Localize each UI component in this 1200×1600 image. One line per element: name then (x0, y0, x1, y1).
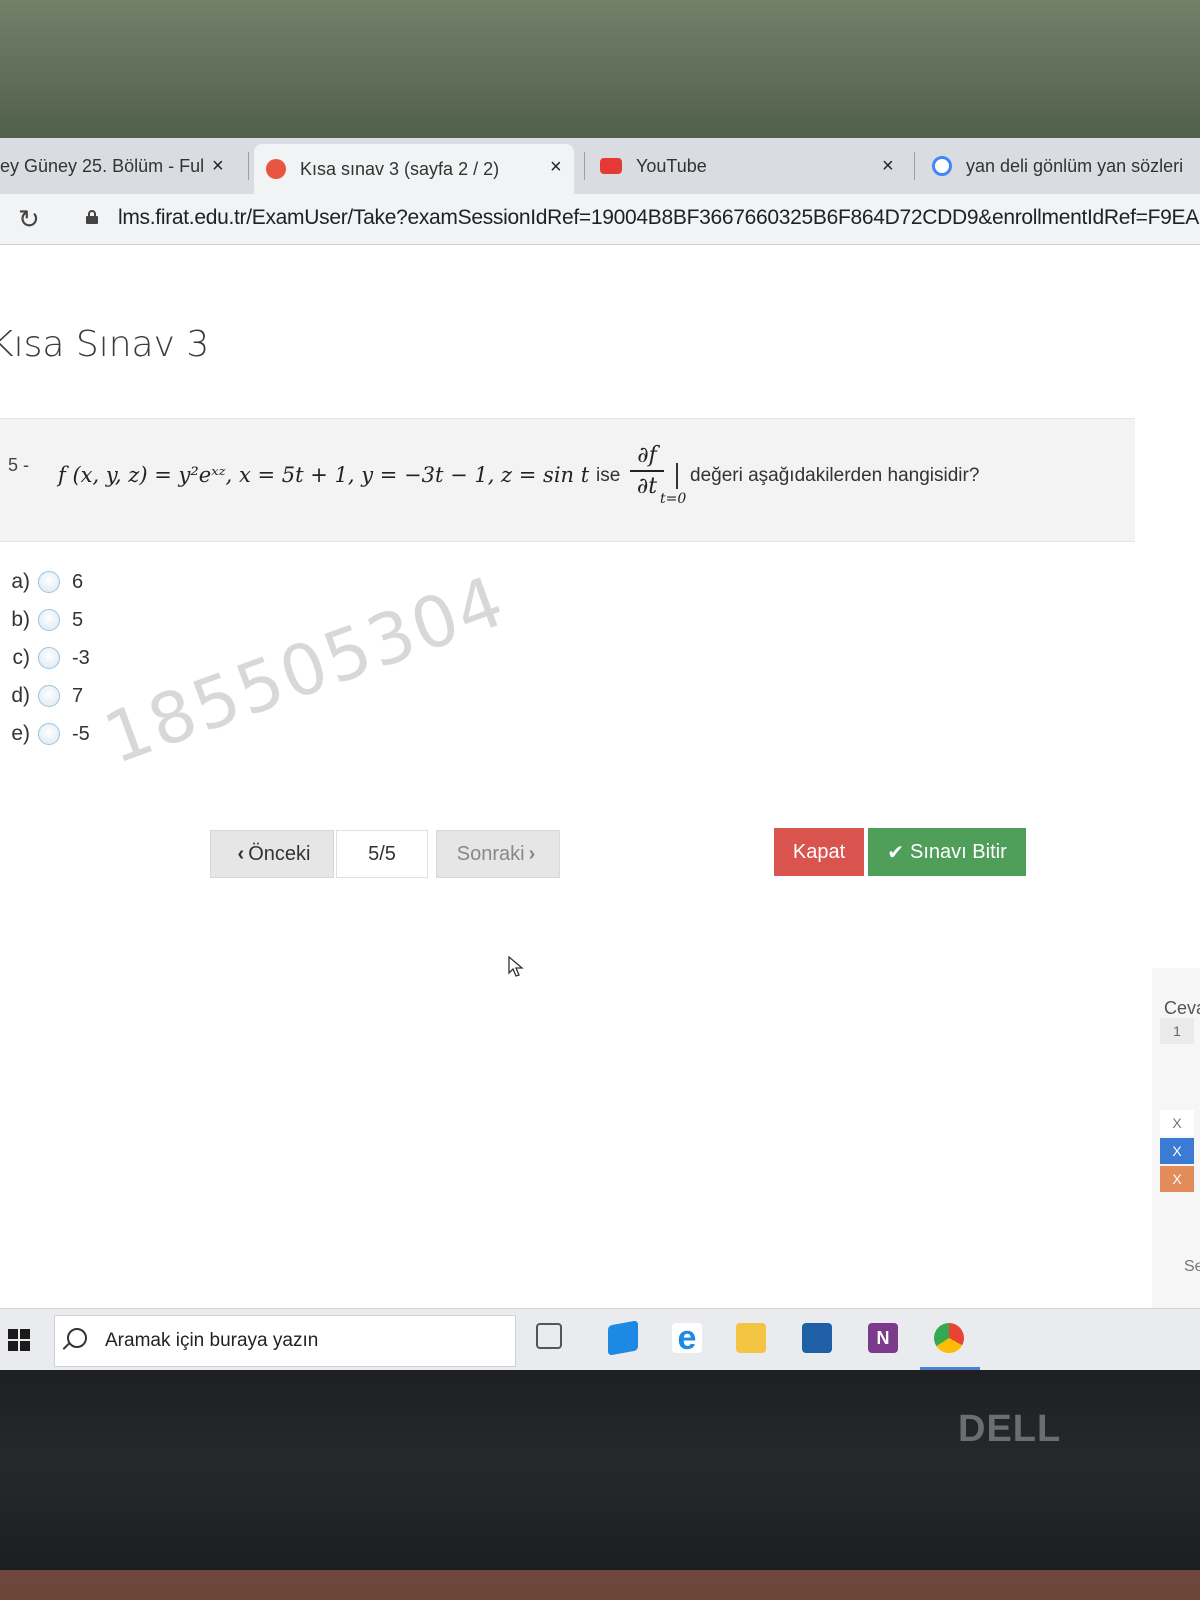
option-c[interactable]: c) -3 (0, 642, 90, 674)
question-ise: ise (596, 465, 621, 486)
page-title: Kısa Sınav 3 (0, 324, 210, 365)
taskbar-search-input[interactable]: Aramak için buraya yazın (54, 1315, 516, 1367)
student-id-watermark: 185505304 (93, 559, 516, 780)
chevron-right-icon: › (528, 842, 536, 865)
option-letter: a) (11, 570, 30, 593)
desk-edge (0, 1570, 1200, 1600)
option-letter: b) (11, 608, 30, 631)
option-e[interactable]: e) -5 (0, 718, 90, 750)
tab-label: YouTube (636, 155, 707, 176)
close-button[interactable]: Kapat (774, 828, 864, 876)
chevron-left-icon: ‹ (237, 842, 245, 865)
previous-button[interactable]: ‹ Önceki (210, 830, 334, 878)
option-value: -3 (72, 646, 90, 669)
answer-cell[interactable]: X (1160, 1138, 1194, 1164)
url-input[interactable]: lms.firat.edu.tr/ExamUser/Take?examSessi… (118, 206, 1199, 230)
radio-button[interactable] (38, 723, 60, 745)
previous-label: Önceki (248, 842, 311, 865)
tab-separator (914, 152, 915, 180)
answer-cell[interactable]: X (1160, 1166, 1194, 1192)
monitor-bezel: DELL (0, 1370, 1200, 1600)
tab-kisa-sinav[interactable]: Kısa sınav 3 (sayfa 2 / 2) × (254, 144, 574, 194)
option-value: 6 (72, 570, 84, 593)
google-icon (932, 156, 952, 176)
radio-button[interactable] (38, 647, 60, 669)
radio-button[interactable] (38, 609, 60, 631)
partial-derivative: ∂f ∂t (630, 443, 664, 499)
option-letter: d) (11, 684, 30, 707)
store-icon[interactable] (608, 1320, 638, 1356)
tab-guney[interactable]: ey Güney 25. Bölüm - Ful × (0, 146, 230, 186)
evaluation-subscript: t=0 (660, 491, 687, 507)
tab-label: ey Güney 25. Bölüm - Ful (0, 155, 205, 176)
mail-icon[interactable] (802, 1323, 832, 1353)
mouse-cursor-icon (508, 956, 524, 977)
tab-label: Kısa sınav 3 (sayfa 2 / 2) (300, 158, 500, 179)
windows-start-icon[interactable] (8, 1329, 30, 1351)
option-b[interactable]: b) 5 (0, 604, 83, 636)
close-icon[interactable]: × (882, 155, 894, 178)
dell-logo: DELL (958, 1408, 1062, 1450)
finish-exam-button[interactable]: ✔ Sınavı Bitir (868, 828, 1026, 876)
chrome-icon[interactable] (934, 1323, 964, 1353)
taskbar-search-placeholder: Aramak için buraya yazın (105, 1330, 319, 1351)
answer-panel-footer: Se (1184, 1258, 1200, 1275)
option-d[interactable]: d) 7 (0, 680, 83, 712)
tab-google-search[interactable]: yan deli gönlüm yan sözleri (932, 146, 1200, 186)
onenote-icon[interactable]: N (868, 1323, 898, 1353)
next-button[interactable]: Sonraki › (436, 830, 560, 878)
fraction-bar (630, 470, 664, 472)
windows-taskbar: Aramak için buraya yazın e N (0, 1308, 1200, 1370)
answer-cell[interactable]: 1 (1160, 1018, 1194, 1044)
check-icon: ✔ (887, 841, 905, 864)
lock-icon (86, 210, 98, 224)
close-icon[interactable]: × (212, 155, 224, 178)
tab-separator (248, 152, 249, 180)
radio-button[interactable] (38, 571, 60, 593)
radio-button[interactable] (38, 685, 60, 707)
browser-tab-strip: ey Güney 25. Bölüm - Ful × Kısa sınav 3 … (0, 138, 1200, 194)
option-letter: c) (12, 646, 31, 669)
answer-panel-title: Ceva (1164, 998, 1200, 1018)
reload-icon[interactable]: ↻ (18, 204, 40, 235)
option-value: 7 (72, 684, 84, 707)
question-box: 5 - f (x, y, z) = y²eˣᶻ, x = 5t + 1, y =… (0, 418, 1135, 542)
monitor-screen: ey Güney 25. Bölüm - Ful × Kısa sınav 3 … (0, 138, 1200, 1370)
tab-label: yan deli gönlüm yan sözleri (966, 155, 1184, 176)
edge-browser-icon[interactable]: e (672, 1319, 702, 1357)
answer-cell[interactable]: X (1160, 1110, 1194, 1136)
page-indicator: 5/5 (336, 830, 428, 878)
file-explorer-icon[interactable] (736, 1323, 766, 1353)
task-view-icon[interactable] (536, 1323, 562, 1349)
youtube-icon (600, 158, 622, 174)
close-icon[interactable]: × (550, 156, 562, 179)
fraction-numerator: ∂f (637, 443, 657, 468)
tab-youtube[interactable]: YouTube × (600, 146, 906, 186)
address-bar: ↻ lms.firat.edu.tr/ExamUser/Take?examSes… (0, 194, 1200, 245)
search-icon (67, 1328, 87, 1348)
fraction-denominator: ∂t (636, 474, 658, 499)
question-number: 5 - (8, 455, 30, 475)
background-wall (0, 0, 1200, 140)
question-text: değeri aşağıdakilerden hangisidir? (690, 465, 980, 486)
finish-label: Sınavı Bitir (910, 840, 1007, 863)
tab-separator (584, 152, 585, 180)
next-label: Sonraki (456, 842, 525, 865)
evaluation-bar (676, 463, 678, 489)
option-value: 5 (72, 608, 84, 631)
exam-site-icon (266, 159, 286, 179)
option-value: -5 (72, 722, 90, 745)
option-letter: e) (11, 722, 30, 745)
question-formula: f (x, y, z) = y²eˣᶻ, x = 5t + 1, y = −3t… (58, 463, 590, 487)
option-a[interactable]: a) 6 (0, 566, 83, 598)
